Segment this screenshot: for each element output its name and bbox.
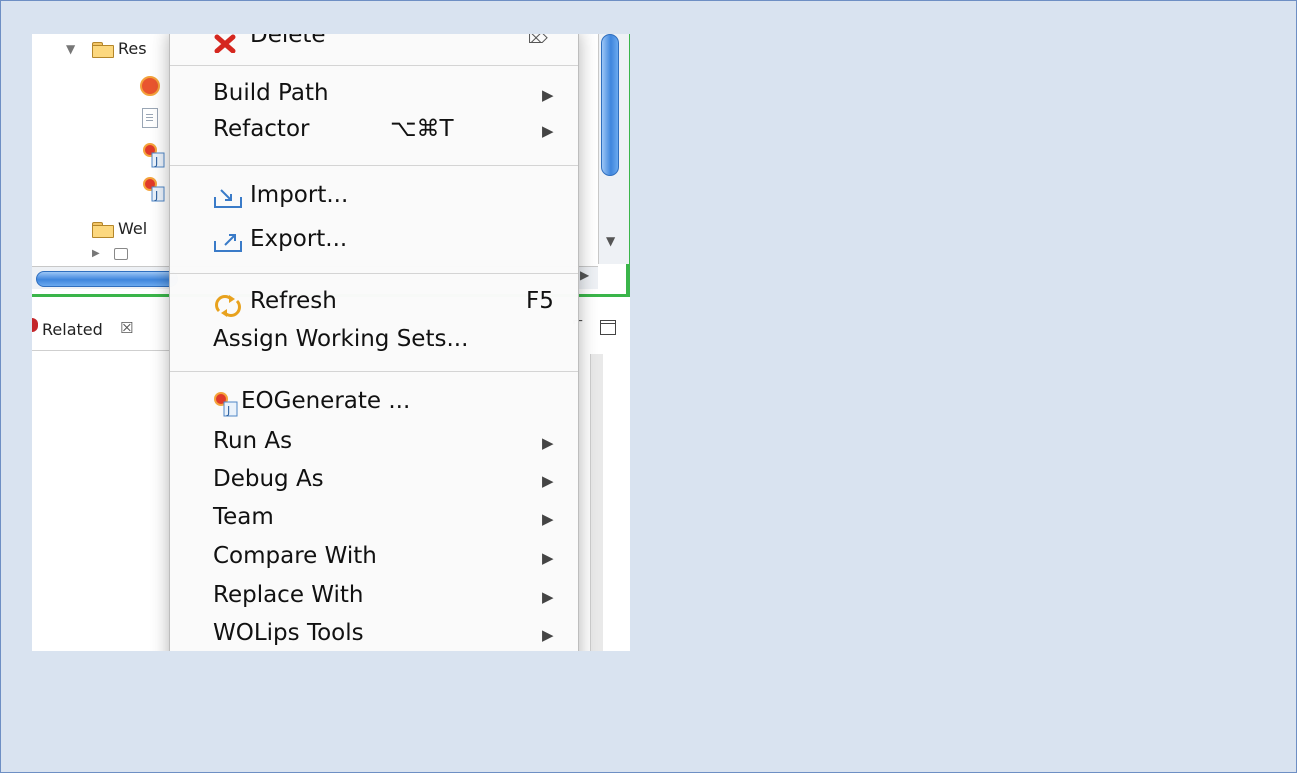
submenu-arrow-icon: ▶ — [542, 626, 554, 644]
tree-item-libraries[interactable]: ▶ — [92, 246, 132, 262]
menu-item-label: Refactor — [213, 116, 310, 142]
view-divider — [32, 350, 182, 351]
menu-item-build-path[interactable]: Build Path ▶ — [170, 77, 578, 113]
eomodel-icon: J — [143, 177, 165, 202]
tab-related-label: Related — [42, 320, 103, 339]
menu-item-debug-as[interactable]: Debug As ▶ — [170, 463, 578, 499]
related-view-icon — [32, 318, 38, 332]
menu-item-label: Team — [213, 504, 274, 530]
vertical-scroll-thumb[interactable] — [601, 34, 619, 176]
tree-item-component[interactable] — [140, 76, 160, 96]
tree-item-label: Res — [118, 39, 147, 58]
submenu-arrow-icon: ▶ — [542, 549, 554, 567]
close-icon[interactable]: ☒ — [120, 319, 133, 337]
menu-item-label: Replace With — [213, 582, 364, 608]
menu-item-shortcut: F5 — [526, 288, 554, 314]
horizontal-scroll-thumb[interactable] — [36, 271, 178, 287]
scroll-right-arrow-icon[interactable]: ▶ — [580, 268, 589, 282]
menu-item-label: EOGenerate ... — [241, 388, 411, 414]
menu-item-wolips-tools[interactable]: WOLips Tools ▶ — [170, 617, 578, 651]
submenu-arrow-icon: ▶ — [542, 122, 554, 140]
eomodel-icon: J — [143, 143, 165, 168]
side-panel-strip — [590, 354, 603, 651]
tree-item-eomodel-1[interactable]: J — [142, 142, 166, 168]
menu-separator — [170, 273, 578, 274]
folder-icon — [92, 42, 114, 58]
menu-item-label: Refresh — [250, 288, 337, 314]
refresh-icon — [213, 293, 243, 317]
menu-item-assign-working-sets[interactable]: Assign Working Sets... — [170, 323, 578, 359]
submenu-arrow-icon: ▶ — [542, 86, 554, 104]
collapse-triangle-icon[interactable]: ▶ — [92, 248, 100, 259]
menu-item-import[interactable]: Import... — [170, 179, 578, 215]
menu-item-refactor[interactable]: Refactor ⌥⌘T ▶ — [170, 113, 578, 149]
vertical-scrollbar[interactable]: ▼ — [598, 34, 629, 264]
delete-icon — [214, 34, 244, 55]
menu-item-label: Build Path — [213, 80, 329, 106]
menu-item-label: Assign Working Sets... — [213, 326, 469, 352]
submenu-arrow-icon: ▶ — [542, 588, 554, 606]
expand-triangle-icon[interactable]: ▼ — [66, 42, 75, 56]
submenu-arrow-icon: ▶ — [542, 510, 554, 528]
svg-text:J: J — [154, 189, 158, 202]
svg-text:J: J — [226, 404, 230, 417]
tree-item-file[interactable] — [142, 108, 158, 128]
menu-item-team[interactable]: Team ▶ — [170, 501, 578, 537]
menu-item-compare-with[interactable]: Compare With ▶ — [170, 540, 578, 576]
menu-item-label: Export... — [250, 226, 348, 252]
submenu-arrow-icon: ▶ — [542, 472, 554, 490]
eogenerate-icon: J — [213, 391, 243, 417]
horizontal-scrollbar[interactable] — [32, 266, 182, 289]
context-menu: Delete ⌦ Build Path ▶ Refactor ⌥⌘T ▶ Imp… — [169, 34, 579, 651]
tree-item-label: Wel — [118, 219, 148, 238]
menu-item-label: Debug As — [213, 466, 324, 492]
export-icon — [213, 231, 243, 253]
menu-item-export[interactable]: Export... — [170, 223, 578, 259]
package-explorer: ▼ Res J J Wel ▶ — [32, 34, 334, 294]
menu-item-run-as[interactable]: Run As ▶ — [170, 425, 578, 461]
menu-separator — [170, 65, 578, 66]
menu-item-label: Import... — [250, 182, 349, 208]
library-icon — [114, 248, 128, 260]
submenu-arrow-icon: ▶ — [542, 434, 554, 452]
maximize-icon[interactable] — [600, 320, 616, 335]
delete-shortcut-icon: ⌦ — [528, 34, 548, 47]
menu-item-shortcut: ⌥⌘T — [390, 116, 454, 142]
menu-item-replace-with[interactable]: Replace With ▶ — [170, 579, 578, 615]
menu-item-refresh[interactable]: Refresh F5 — [170, 285, 578, 321]
scroll-down-arrow-icon[interactable]: ▼ — [606, 234, 615, 248]
folder-icon — [92, 222, 114, 238]
menu-item-label: Delete — [250, 34, 326, 48]
tree-item-eomodel-2[interactable]: J — [142, 176, 166, 202]
menu-item-label: Compare With — [213, 543, 377, 569]
menu-item-label: WOLips Tools — [213, 620, 364, 646]
file-icon — [146, 114, 153, 115]
menu-separator — [170, 371, 578, 372]
svg-text:J: J — [154, 155, 158, 168]
eclipse-screenshot: ▼ Res J J Wel ▶ ▶ ▼ Related ☒ Delete ⌦ B… — [32, 34, 630, 651]
menu-separator — [170, 165, 578, 166]
menu-item-label: Run As — [213, 428, 293, 454]
import-icon — [213, 187, 243, 209]
menu-item-eogenerate[interactable]: J EOGenerate ... — [170, 385, 578, 421]
menu-item-delete[interactable]: Delete ⌦ — [170, 34, 578, 55]
